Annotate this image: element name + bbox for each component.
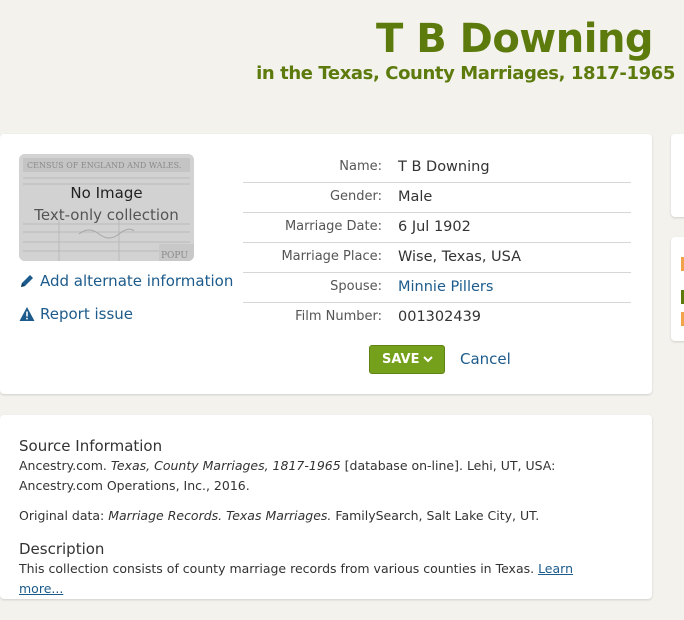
field-value: T B Downing <box>398 159 490 175</box>
original-data: Original data: Marriage Records. Texas M… <box>19 508 540 523</box>
field-value: Wise, Texas, USA <box>398 249 522 265</box>
field-value: 001302439 <box>398 309 482 325</box>
report-issue-link[interactable]: Report issue <box>19 305 133 323</box>
page-subtitle: in the Texas, County Marriages, 1817-196… <box>256 63 675 84</box>
report-issue-label: Report issue <box>40 305 134 323</box>
field-row-spouse: Spouse: Minnie Pillers <box>243 273 631 303</box>
save-button-label: SAVE <box>382 352 420 367</box>
field-label: Name: <box>339 159 382 174</box>
no-image-label: No Image <box>70 184 143 202</box>
save-button[interactable]: SAVE <box>369 345 445 374</box>
field-value: Male <box>398 189 433 205</box>
add-alternate-info-label: Add alternate information <box>40 272 234 290</box>
field-label: Marriage Date: <box>284 219 382 234</box>
field-row-marriage-place: Marriage Place: Wise, Texas, USA <box>243 243 631 273</box>
record-fields: Name: T B Downing Gender: Male Marriage … <box>243 153 631 332</box>
cancel-button[interactable]: Cancel <box>460 350 511 368</box>
source-information-card: Source Information Ancestry.com. Texas, … <box>0 415 652 599</box>
record-card: CENSUS OF ENGLAND AND WALES. POPU No Ima… <box>0 134 652 394</box>
source-citation: Ancestry.com. Texas, County Marriages, 1… <box>19 458 556 493</box>
field-value: 6 Jul 1902 <box>398 219 471 235</box>
page-title: T B Downing <box>376 16 654 62</box>
add-alternate-info-link[interactable]: Add alternate information <box>19 272 233 290</box>
description-heading: Description <box>19 540 105 558</box>
page-header: T B Downing in the Texas, County Marriag… <box>0 0 684 120</box>
field-row-marriage-date: Marriage Date: 6 Jul 1902 <box>243 213 631 243</box>
record-thumbnail[interactable]: CENSUS OF ENGLAND AND WALES. POPU No Ima… <box>19 154 194 261</box>
spouse-link[interactable]: Minnie Pillers <box>398 279 493 295</box>
field-row-gender: Gender: Male <box>243 183 631 213</box>
side-panel-top <box>671 134 684 217</box>
chevron-down-icon <box>423 356 433 363</box>
text-only-label: Text-only collection <box>34 206 179 224</box>
svg-text:POPU: POPU <box>161 251 188 261</box>
warning-icon <box>19 307 35 321</box>
svg-text:CENSUS OF ENGLAND AND WALES.: CENSUS OF ENGLAND AND WALES. <box>27 161 181 170</box>
field-label: Spouse: <box>330 279 382 294</box>
description-text: This collection consists of county marri… <box>19 561 573 596</box>
source-heading: Source Information <box>19 437 163 455</box>
field-row-film-number: Film Number: 001302439 <box>243 303 631 332</box>
field-label: Gender: <box>329 189 382 204</box>
field-label: Film Number: <box>295 309 382 324</box>
field-label: Marriage Place: <box>281 249 382 264</box>
side-panel-bottom <box>671 237 684 341</box>
field-row-name: Name: T B Downing <box>243 153 631 183</box>
pencil-icon <box>21 275 33 287</box>
